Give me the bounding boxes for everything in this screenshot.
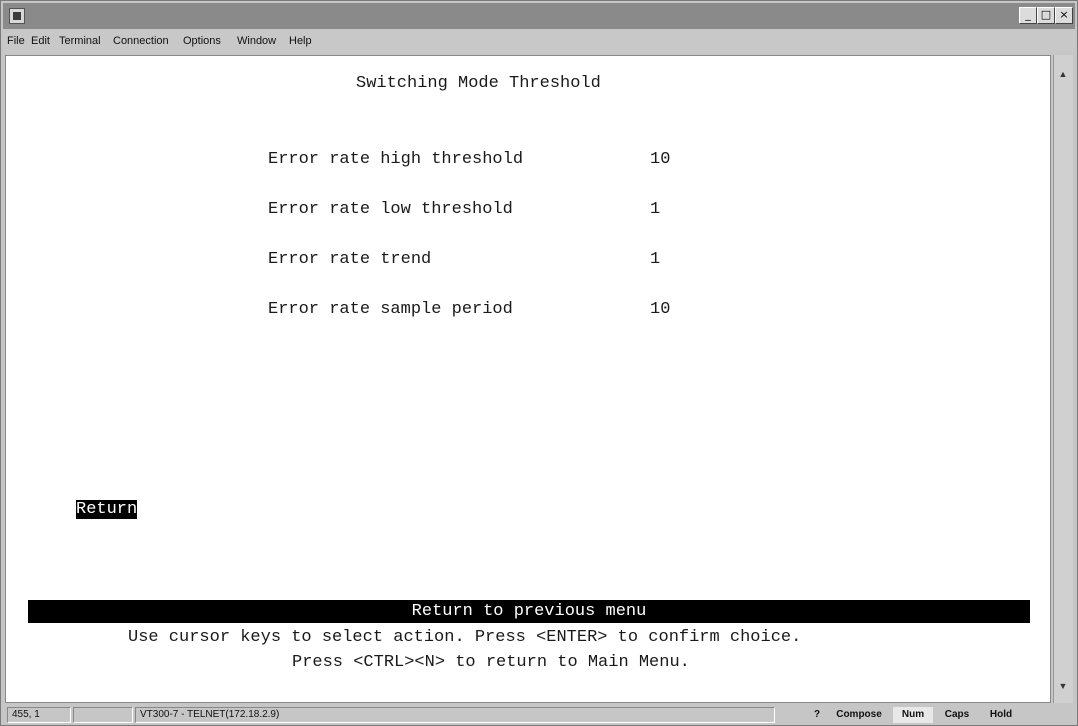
field-label-sample-period: Error rate sample period (268, 300, 513, 319)
help-indicator[interactable]: ? (809, 707, 825, 723)
menu-window[interactable]: Window (237, 35, 276, 47)
help-bar: Return to previous menu (28, 600, 1030, 623)
cursor-position: 455, 1 (7, 707, 71, 723)
close-button[interactable]: × (1055, 7, 1073, 24)
instructions-line-1: Use cursor keys to select action. Press … (128, 628, 802, 647)
caps-indicator: Caps (944, 709, 970, 720)
scroll-up-icon[interactable]: ▲ (1056, 67, 1070, 81)
menu-file[interactable]: File (7, 35, 25, 47)
menu-help[interactable]: Help (289, 35, 312, 47)
field-label-low-threshold: Error rate low threshold (268, 200, 513, 219)
vertical-scrollbar[interactable]: ▲ ▼ (1053, 55, 1073, 703)
field-value-sample-period[interactable]: 10 (650, 300, 670, 319)
terminal-screen[interactable]: Switching Mode Threshold Error rate high… (5, 55, 1051, 703)
menu-bar: File Edit Terminal Connection Options Wi… (3, 31, 1075, 53)
field-label-high-threshold: Error rate high threshold (268, 150, 524, 169)
menu-terminal[interactable]: Terminal (59, 35, 101, 47)
scroll-down-icon[interactable]: ▼ (1056, 679, 1070, 693)
menu-edit[interactable]: Edit (31, 35, 50, 47)
title-bar[interactable]: _ □ × (3, 3, 1075, 29)
field-value-low-threshold[interactable]: 1 (650, 200, 660, 219)
status-empty-cell (73, 707, 133, 723)
maximize-button[interactable]: □ (1037, 7, 1055, 24)
terminal-window: _ □ × File Edit Terminal Connection Opti… (0, 0, 1078, 726)
field-value-high-threshold[interactable]: 10 (650, 150, 670, 169)
minimize-button[interactable]: _ (1019, 7, 1037, 24)
screen-title: Switching Mode Threshold (356, 74, 601, 93)
hold-indicator: Hold (989, 709, 1013, 720)
num-indicator: Num (893, 707, 933, 723)
app-icon[interactable] (9, 8, 25, 24)
connection-status: VT300-7 - TELNET(172.18.2.9) (135, 707, 775, 723)
instructions-line-2: Press <CTRL><N> to return to Main Menu. (292, 653, 690, 672)
menu-options[interactable]: Options (183, 35, 221, 47)
compose-indicator: Compose (836, 709, 882, 720)
field-label-trend: Error rate trend (268, 250, 432, 269)
status-bar: 455, 1 VT300-7 - TELNET(172.18.2.9) ? Co… (3, 705, 1075, 725)
menu-connection[interactable]: Connection (113, 35, 169, 47)
return-action[interactable]: Return (76, 500, 138, 519)
field-value-trend[interactable]: 1 (650, 250, 660, 269)
